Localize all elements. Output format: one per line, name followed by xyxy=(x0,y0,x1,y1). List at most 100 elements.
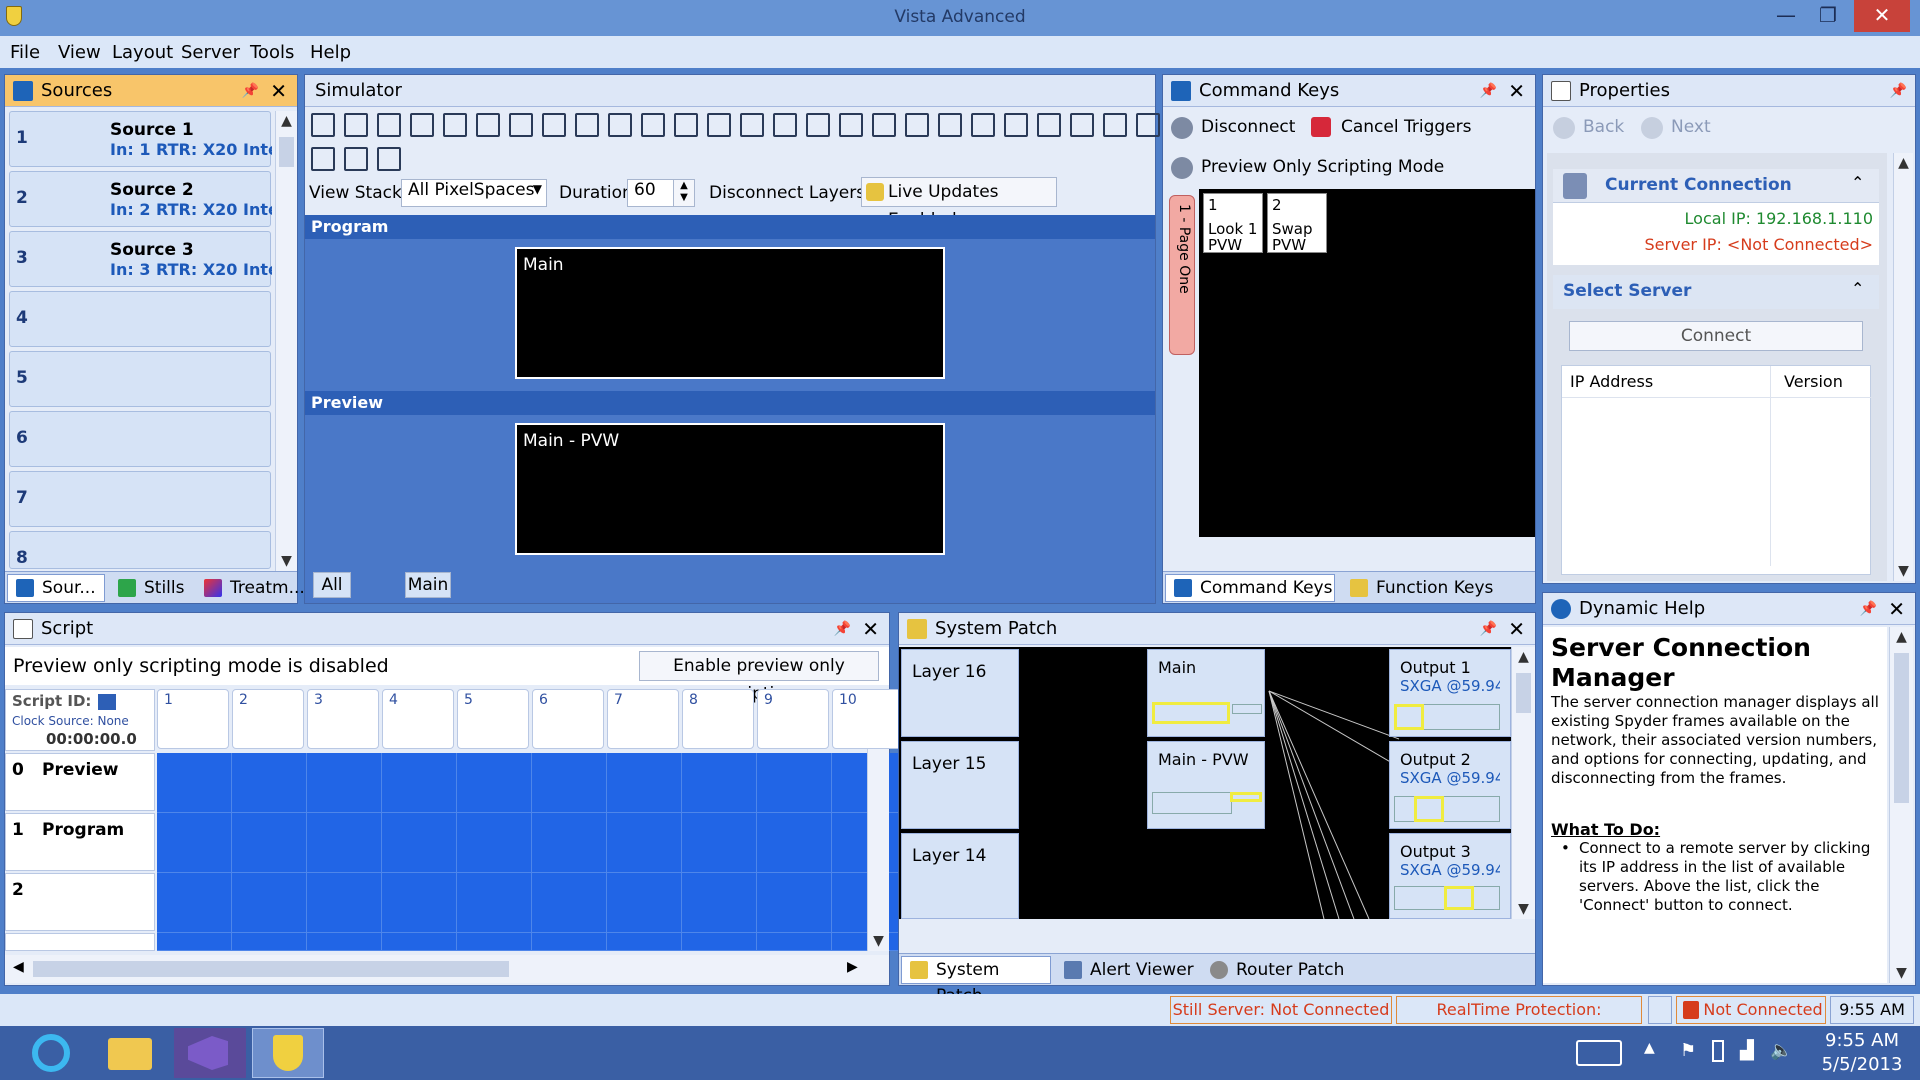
scroll-thumb[interactable] xyxy=(1516,673,1531,713)
tab-command-keys[interactable]: Command Keys xyxy=(1165,574,1335,602)
file-explorer-icon[interactable] xyxy=(96,1028,168,1078)
script-column-header[interactable]: 5 xyxy=(457,689,529,749)
collapse-icon[interactable]: ⌃ xyxy=(1851,279,1864,298)
align-tool-icon[interactable] xyxy=(905,113,929,137)
program-monitor[interactable]: Main xyxy=(515,247,945,379)
pixelspace-main[interactable]: Main xyxy=(1147,649,1265,737)
source-item[interactable]: 7 xyxy=(9,471,271,527)
page-tab[interactable]: 1 - Page One xyxy=(1169,195,1195,355)
close-icon[interactable]: ✕ xyxy=(1888,593,1905,625)
align-tool-icon[interactable] xyxy=(311,113,335,137)
scroll-thumb[interactable] xyxy=(33,961,509,977)
layer-14[interactable]: Layer 14 xyxy=(901,833,1019,919)
visual-studio-icon[interactable] xyxy=(174,1028,246,1078)
properties-scrollbar[interactable]: ▲ ▼ xyxy=(1893,153,1913,581)
script-cell[interactable] xyxy=(157,933,232,951)
script-cell[interactable] xyxy=(607,753,682,813)
script-cell[interactable] xyxy=(382,873,457,933)
align-tool-icon[interactable] xyxy=(971,113,995,137)
align-tool-icon[interactable] xyxy=(1136,113,1160,137)
filter-main-button[interactable]: Main xyxy=(405,572,451,598)
script-cell[interactable] xyxy=(682,933,757,951)
align-tool-icon[interactable] xyxy=(674,113,698,137)
script-column-header[interactable]: 8 xyxy=(682,689,754,749)
scroll-down-icon[interactable]: ▼ xyxy=(1894,563,1913,579)
script-column-header[interactable]: 9 xyxy=(757,689,829,749)
source-item[interactable]: 3 Source 3 In: 3 RTR: X20 Inte xyxy=(9,231,272,287)
align-tool-icon[interactable] xyxy=(1004,113,1028,137)
internet-explorer-icon[interactable] xyxy=(18,1028,90,1078)
script-cell[interactable] xyxy=(232,873,307,933)
align-tool-icon[interactable] xyxy=(938,113,962,137)
script-column-header[interactable]: 6 xyxy=(532,689,604,749)
align-tool-icon[interactable] xyxy=(740,113,764,137)
scroll-down-icon[interactable]: ▼ xyxy=(276,553,297,569)
pin-icon[interactable]: 📌 xyxy=(1480,75,1497,107)
view-stack-select[interactable]: All PixelSpaces ▼ xyxy=(401,179,547,207)
script-cell[interactable] xyxy=(757,933,832,951)
script-cell[interactable] xyxy=(232,753,307,813)
script-cell[interactable] xyxy=(307,933,382,951)
signal-icon[interactable]: ▟ xyxy=(1740,1040,1754,1061)
close-icon[interactable]: ✕ xyxy=(862,613,879,645)
menu-file[interactable]: File xyxy=(10,42,40,63)
output-2[interactable]: Output 2SXGA @59.94h xyxy=(1389,741,1511,829)
script-cell[interactable] xyxy=(382,813,457,873)
align-tool-icon[interactable] xyxy=(608,113,632,137)
close-icon[interactable]: ✕ xyxy=(1508,75,1525,107)
sources-scrollbar[interactable]: ▲ ▼ xyxy=(275,111,297,571)
scroll-down-icon[interactable]: ▼ xyxy=(1512,901,1535,917)
filter-all-button[interactable]: All xyxy=(313,572,351,598)
script-cell[interactable] xyxy=(157,873,232,933)
disconnect-layers-button[interactable]: Disconnect Layers xyxy=(709,183,865,203)
preview-only-button[interactable]: Preview Only Scripting Mode xyxy=(1171,157,1444,179)
pixelspace-main-pvw[interactable]: Main - PVW xyxy=(1147,741,1265,829)
size-tool-icon[interactable] xyxy=(377,147,401,171)
scroll-up-icon[interactable]: ▲ xyxy=(276,113,297,129)
preview-monitor[interactable]: Main - PVW xyxy=(515,423,945,555)
battery-icon[interactable] xyxy=(1712,1040,1724,1062)
script-cell[interactable] xyxy=(607,813,682,873)
script-cell[interactable] xyxy=(682,753,757,813)
pin-icon[interactable]: 📌 xyxy=(1480,613,1497,645)
scroll-left-icon[interactable]: ◀ xyxy=(13,959,24,975)
align-tool-icon[interactable] xyxy=(839,113,863,137)
script-column-header[interactable]: 2 xyxy=(232,689,304,749)
align-tool-icon[interactable] xyxy=(806,113,830,137)
script-cell[interactable] xyxy=(157,813,232,873)
script-column-header[interactable]: 3 xyxy=(307,689,379,749)
align-tool-icon[interactable] xyxy=(773,113,797,137)
align-tool-icon[interactable] xyxy=(410,113,434,137)
script-cell[interactable] xyxy=(682,873,757,933)
minimize-button[interactable]: — xyxy=(1764,0,1808,32)
scroll-up-icon[interactable]: ▲ xyxy=(1512,649,1535,665)
script-row-preview[interactable]: 0 Preview xyxy=(5,753,155,811)
scroll-thumb[interactable] xyxy=(1894,653,1909,803)
source-item[interactable]: 2 Source 2 In: 2 RTR: X20 Inte xyxy=(9,171,272,227)
tab-sources[interactable]: Sour... xyxy=(7,574,105,602)
disconnect-button[interactable]: Disconnect xyxy=(1171,117,1295,139)
menu-server[interactable]: Server xyxy=(181,42,240,63)
pin-icon[interactable]: 📌 xyxy=(834,613,851,645)
script-column-header[interactable]: 10 xyxy=(832,689,904,749)
restore-button[interactable]: ❐ xyxy=(1806,0,1850,32)
live-updates-button[interactable]: Live Updates Enabled xyxy=(861,177,1057,230)
align-tool-icon[interactable] xyxy=(641,113,665,137)
keyboard-icon[interactable] xyxy=(1576,1040,1622,1066)
collapse-icon[interactable]: ⌃ xyxy=(1851,173,1864,192)
source-item[interactable]: 6 xyxy=(9,411,271,467)
align-tool-icon[interactable] xyxy=(476,113,500,137)
script-cell[interactable] xyxy=(382,933,457,951)
duration-stepper[interactable]: ▲ ▼ xyxy=(673,179,695,207)
clock-date[interactable]: 5/5/2013 xyxy=(1812,1054,1912,1075)
connect-button[interactable]: Connect xyxy=(1569,321,1863,351)
script-cell[interactable] xyxy=(757,813,832,873)
pin-icon[interactable]: 📌 xyxy=(1890,75,1907,107)
script-cell[interactable] xyxy=(532,813,607,873)
size-tool-icon[interactable] xyxy=(311,147,335,171)
script-id-icon[interactable] xyxy=(98,694,116,710)
script-row[interactable] xyxy=(5,933,155,951)
align-tool-icon[interactable] xyxy=(1070,113,1094,137)
script-cell[interactable] xyxy=(757,873,832,933)
output-3[interactable]: Output 3SXGA @59.94h xyxy=(1389,833,1511,919)
